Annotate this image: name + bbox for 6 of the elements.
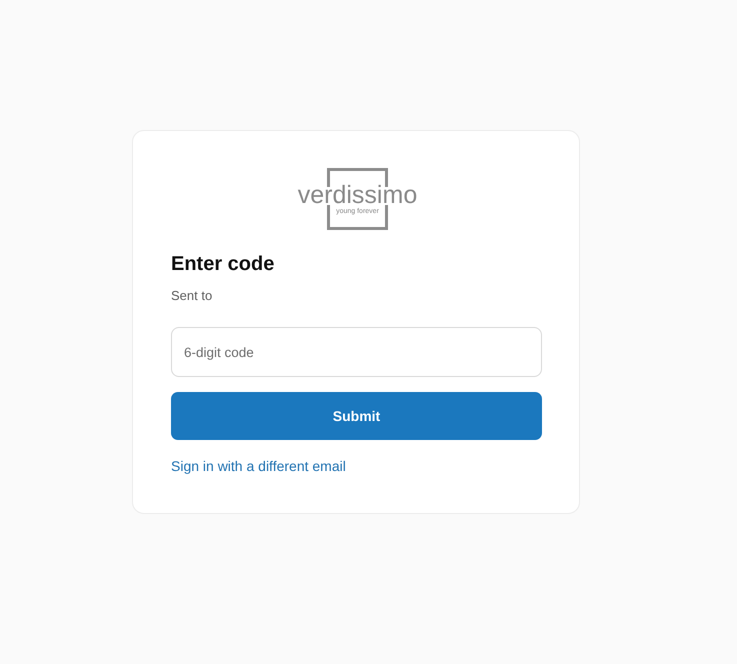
logo-wordmark: verdissimo bbox=[298, 180, 418, 209]
sent-to-text: Sent to bbox=[171, 287, 212, 305]
page-heading: Enter code bbox=[171, 252, 274, 276]
code-input-field[interactable]: 6-digit code bbox=[171, 327, 542, 377]
submit-button[interactable]: Submit bbox=[171, 392, 542, 440]
different-email-link[interactable]: Sign in with a different email bbox=[171, 456, 346, 476]
